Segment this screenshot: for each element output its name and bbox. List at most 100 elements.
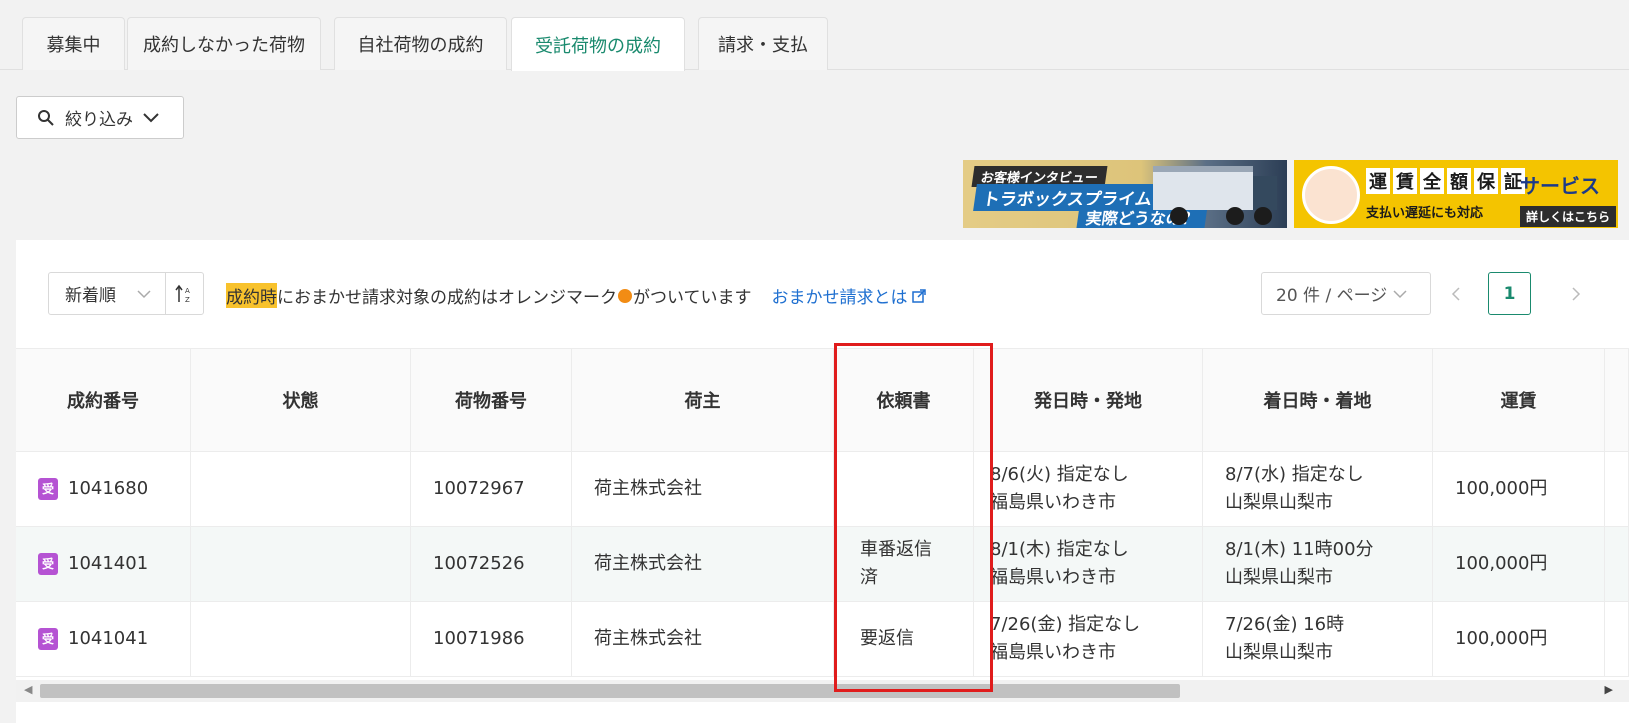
shipper-cell: 荷主株式会社 — [572, 602, 834, 676]
table-header: 成約番号 状態 荷物番号 荷主 依頼書 発日時・発地 着日時・着地 運賃 — [16, 348, 1629, 452]
fare-guarantee-banner[interactable]: 運 賃 全 額 保 証 サービス 支払い遅延にも対応 詳しくはこちら — [1294, 160, 1618, 228]
chevron-down-icon — [137, 284, 151, 303]
departure-cell: 8/1(木) 指定なし 福島県いわき市 — [974, 527, 1203, 601]
contract-no: 1041041 — [68, 628, 149, 650]
tab-not-contracted[interactable]: 成約しなかった荷物 — [127, 17, 321, 70]
sort-select[interactable]: 新着順 A Z — [48, 272, 204, 315]
col-status[interactable]: 状態 — [191, 349, 411, 451]
customer-interview-banner[interactable]: お客様インタビュー トラボックスプライムって 実際どうなの？ — [963, 160, 1287, 228]
consigned-badge-icon: 受 — [38, 553, 58, 575]
arrival-place: 山梨県山梨市 — [1225, 492, 1333, 513]
shipper-cell: 荷主株式会社 — [572, 452, 834, 526]
search-icon — [37, 109, 55, 127]
filter-button[interactable]: 絞り込み — [16, 96, 184, 139]
col-arrival[interactable]: 着日時・着地 — [1203, 349, 1433, 451]
request-status-line2: 済 — [860, 567, 878, 588]
consigned-badge-icon: 受 — [38, 478, 58, 500]
next-page-icon[interactable] — [1561, 272, 1591, 315]
arrival-place: 山梨県山梨市 — [1225, 642, 1333, 663]
departure-cell: 7/26(金) 指定なし 福島県いわき市 — [974, 602, 1203, 676]
status-cell — [191, 602, 411, 676]
departure-place: 福島県いわき市 — [990, 492, 1116, 513]
request-cell: 要返信 — [834, 602, 974, 676]
col-extra — [1605, 349, 1629, 451]
departure-time: 8/6(火) 指定なし — [990, 464, 1129, 486]
guarantee-char: 保 — [1474, 168, 1498, 194]
tab-billing-payment[interactable]: 請求・支払 — [698, 17, 828, 70]
page-size-select[interactable]: 20 件 / ページ — [1261, 272, 1431, 315]
extra-cell — [1605, 527, 1629, 601]
contracts-panel: 新着順 A Z 成約時 におまかせ請求対象の成約はオレンジマーク がついています… — [16, 240, 1629, 723]
col-request[interactable]: 依頼書 — [834, 349, 974, 451]
auto-billing-help-link[interactable]: おまかせ請求とは — [772, 283, 926, 308]
consigned-badge-icon: 受 — [38, 628, 58, 650]
table-row[interactable]: 受 1041401 10072526 荷主株式会社 車番返信 済 8/1(木) … — [16, 527, 1629, 602]
col-departure[interactable]: 発日時・発地 — [974, 349, 1203, 451]
departure-time: 7/26(金) 指定なし — [990, 614, 1141, 636]
external-link-icon — [911, 288, 926, 303]
arrival-time: 7/26(金) 16時 — [1225, 614, 1345, 636]
guarantee-characters: 運 賃 全 額 保 証 — [1366, 168, 1525, 194]
col-cargo-no[interactable]: 荷物番号 — [411, 349, 572, 451]
contract-no: 1041401 — [68, 553, 149, 575]
tab-consigned-cargo-contracts[interactable]: 受託荷物の成約 — [511, 17, 685, 71]
table-row[interactable]: 受 1041041 10071986 荷主株式会社 要返信 7/26(金) 指定… — [16, 602, 1629, 677]
tab-own-cargo-contracts[interactable]: 自社荷物の成約 — [334, 17, 507, 70]
shipper-cell: 荷主株式会社 — [572, 527, 834, 601]
contract-no-cell[interactable]: 受 1041401 — [16, 527, 191, 601]
orange-mark-icon — [618, 288, 632, 303]
page-size-label: 20 件 / ページ — [1276, 286, 1388, 306]
contract-no-cell[interactable]: 受 1041680 — [16, 452, 191, 526]
arrival-time: 8/1(木) 11時00分 — [1225, 539, 1374, 561]
horizontal-scrollbar[interactable]: ◀ ▶ — [16, 680, 1629, 702]
status-cell — [191, 452, 411, 526]
arrival-place: 山梨県山梨市 — [1225, 567, 1333, 588]
arrival-time: 8/7(水) 指定なし — [1225, 464, 1364, 486]
fare-cell: 100,000円 — [1433, 527, 1605, 601]
scroll-left-icon[interactable]: ◀ — [24, 683, 32, 696]
table-row[interactable]: 受 1041680 10072967 荷主株式会社 8/6(火) 指定なし 福島… — [16, 452, 1629, 527]
col-contract-no[interactable]: 成約番号 — [16, 349, 191, 451]
tab-bar: 募集中 成約しなかった荷物 自社荷物の成約 受託荷物の成約 請求・支払 — [0, 0, 1629, 71]
col-fare[interactable]: 運賃 — [1433, 349, 1605, 451]
guarantee-char: 賃 — [1393, 168, 1417, 194]
notice-text-before: におまかせ請求対象の成約はオレンジマーク — [277, 288, 617, 308]
departure-place: 福島県いわき市 — [990, 567, 1116, 588]
col-shipper[interactable]: 荷主 — [572, 349, 834, 451]
status-cell — [191, 527, 411, 601]
request-cell — [834, 452, 974, 526]
departure-place: 福島県いわき市 — [990, 642, 1116, 663]
guarantee-char: 額 — [1447, 168, 1471, 194]
auto-billing-help-label: おまかせ請求とは — [771, 288, 908, 308]
cargo-no-cell: 10072526 — [411, 527, 572, 601]
arrival-cell: 8/7(水) 指定なし 山梨県山梨市 — [1203, 452, 1433, 526]
request-cell: 車番返信 済 — [834, 527, 974, 601]
banner-service-label: サービス — [1520, 174, 1600, 198]
svg-text:A: A — [185, 287, 190, 295]
departure-cell: 8/6(火) 指定なし 福島県いわき市 — [974, 452, 1203, 526]
chevron-down-icon — [1393, 284, 1407, 304]
fare-cell: 100,000円 — [1433, 452, 1605, 526]
cargo-no-cell: 10071986 — [411, 602, 572, 676]
guarantee-char: 全 — [1420, 168, 1444, 194]
prev-page-icon[interactable] — [1441, 272, 1471, 315]
sort-order-icon[interactable]: A Z — [166, 284, 203, 304]
departure-time: 8/1(木) 指定なし — [990, 539, 1129, 561]
contract-no: 1041680 — [68, 478, 149, 500]
notice-highlight: 成約時 — [226, 283, 277, 308]
banner-sub-label: 支払い遅延にも対応 — [1366, 206, 1484, 221]
scrollbar-thumb[interactable] — [40, 684, 1180, 698]
contract-no-cell[interactable]: 受 1041041 — [16, 602, 191, 676]
arrival-cell: 7/26(金) 16時 山梨県山梨市 — [1203, 602, 1433, 676]
banner-more-link[interactable]: 詳しくはこちら — [1519, 206, 1616, 227]
sort-label: 新着順 — [65, 286, 116, 306]
scroll-right-icon[interactable]: ▶ — [1605, 683, 1613, 696]
cargo-no-cell: 10072967 — [411, 452, 572, 526]
billing-notice: 成約時 におまかせ請求対象の成約はオレンジマーク がついています おまかせ請求と… — [226, 283, 926, 308]
tab-recruiting[interactable]: 募集中 — [22, 17, 125, 70]
fare-cell: 100,000円 — [1433, 602, 1605, 676]
filter-label: 絞り込み — [65, 110, 133, 130]
current-page-button[interactable]: 1 — [1488, 272, 1531, 315]
arrival-cell: 8/1(木) 11時00分 山梨県山梨市 — [1203, 527, 1433, 601]
chevron-down-icon — [143, 112, 159, 123]
